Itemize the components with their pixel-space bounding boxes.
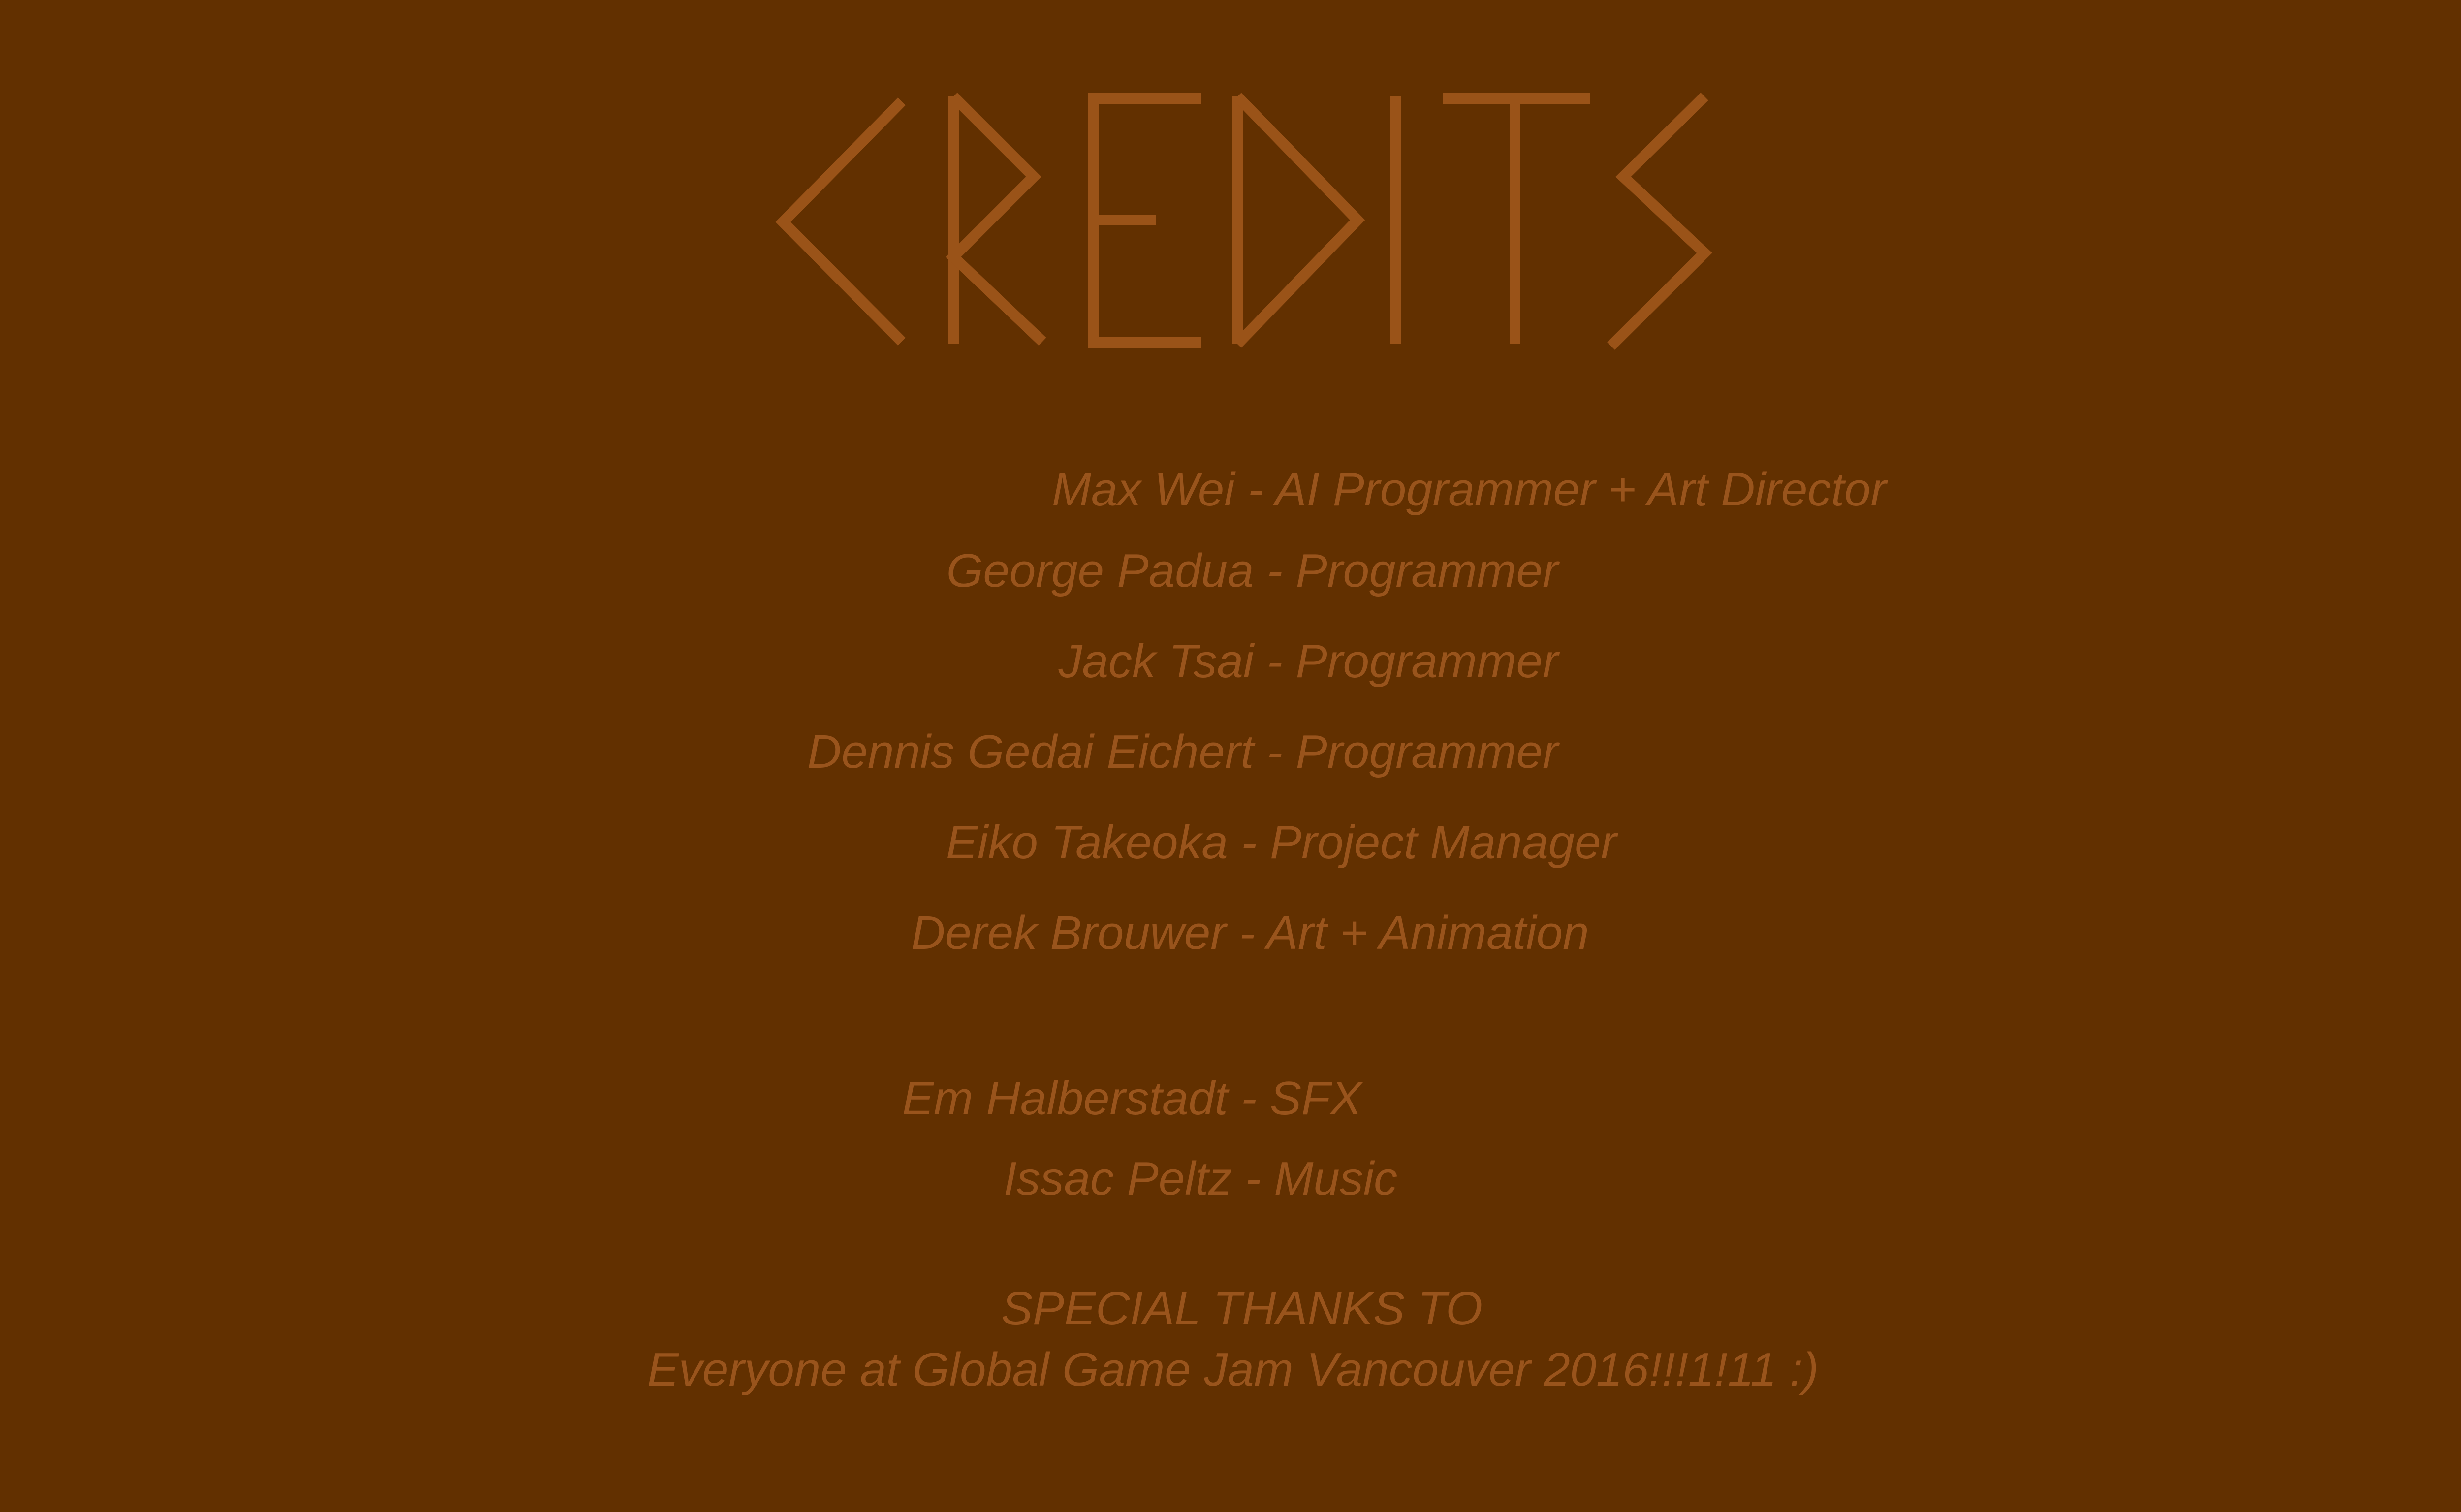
special-thanks-message: Everyone at Global Game Jam Vancouver 20… [647, 1343, 1819, 1396]
title-letter-c [775, 97, 906, 346]
credit-line: Max Wei - AI Programmer + Art Director [1052, 463, 1887, 516]
special-thanks-heading: SPECIAL THANKS TO [1001, 1282, 1483, 1335]
credits-title-logo [775, 93, 1712, 350]
credit-line: Dennis Gedai Eichert - Programmer [807, 725, 1558, 778]
credit-line: Jack Tsai - Programmer [1058, 635, 1558, 688]
credit-line: George Padua - Programmer [946, 544, 1558, 597]
credit-line: Derek Brouwer - Art + Animation [911, 907, 1589, 959]
credit-line: Em Halberstadt - SFX [902, 1072, 1362, 1125]
title-letter-r-bowl [946, 93, 1046, 346]
credit-line: Eiko Takeoka - Project Manager [946, 816, 1617, 869]
credit-line: Issac Peltz - Music [1004, 1152, 1398, 1205]
title-letter-d-bowl [1233, 93, 1365, 348]
title-letter-s [1607, 93, 1712, 350]
credits-screen: Max Wei - AI Programmer + Art Director G… [0, 0, 2461, 1512]
